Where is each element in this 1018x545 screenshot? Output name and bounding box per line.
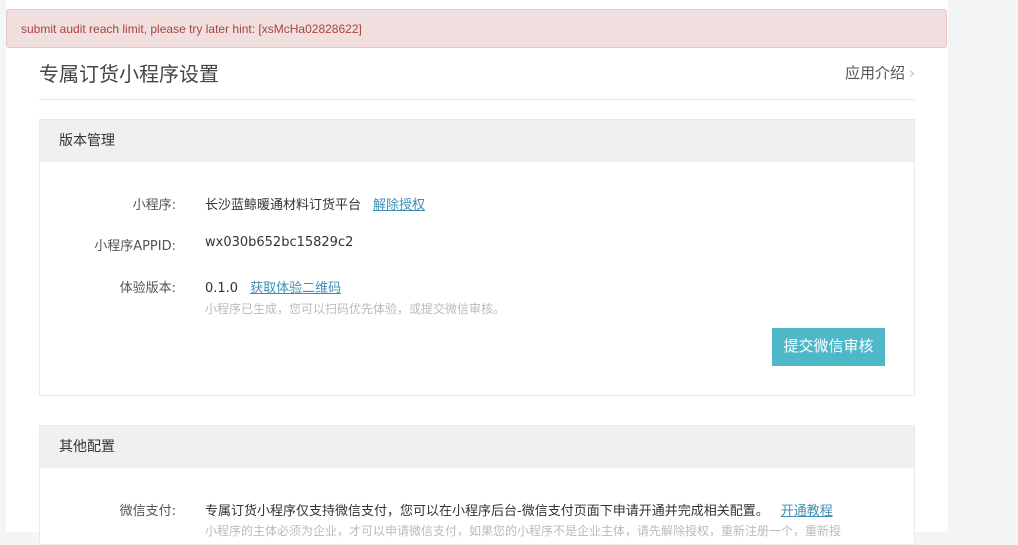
app-intro-label: 应用介绍	[844, 64, 905, 82]
trial-version-number: 0.1.0	[205, 281, 239, 296]
other-config-card: 其他配置 微信支付: 专属订货小程序仅支持微信支付，您可以在小程序后台-微信支付…	[39, 425, 915, 545]
page-title: 专属订货小程序设置	[39, 62, 219, 86]
wechat-pay-hint: 小程序的主体必须为企业，才可以申请微信支付，如果您的小程序不是企业主体，请先解除…	[205, 524, 842, 538]
mini-program-label: 小程序:	[132, 198, 176, 213]
mini-program-name: 长沙蓝鲸暖通材料订货平台	[205, 198, 362, 213]
trial-version-label: 体验版本:	[119, 281, 176, 296]
wechat-pay-value: 专属订货小程序仅支持微信支付，您可以在小程序后台-微信支付页面下申请开通并完成相…	[205, 500, 833, 519]
divider	[39, 99, 915, 100]
trial-hint: 小程序已生成，您可以扫码优先体验，或提交微信审核。	[205, 302, 506, 316]
app-intro-link[interactable]: 应用介绍 ›	[845, 62, 915, 83]
appid-label: 小程序APPID:	[94, 239, 176, 254]
wechat-pay-label: 微信支付:	[119, 504, 176, 519]
wechat-pay-text: 专属订货小程序仅支持微信支付，您可以在小程序后台-微信支付页面下申请开通并完成相…	[205, 504, 769, 519]
tutorial-link[interactable]: 开通教程	[781, 504, 833, 519]
error-alert: submit audit reach limit, please try lat…	[6, 9, 947, 48]
card-header: 其他配置	[40, 426, 914, 468]
version-management-card: 版本管理 小程序: 长沙蓝鲸暖通材料订货平台 解除授权 小程序APPID: wx0…	[39, 119, 915, 396]
unbind-link[interactable]: 解除授权	[373, 198, 425, 213]
trial-version-value: 0.1.0 获取体验二维码	[205, 277, 341, 296]
card-header: 版本管理	[40, 120, 914, 162]
get-qrcode-link[interactable]: 获取体验二维码	[250, 281, 341, 296]
submit-audit-button[interactable]: 提交微信审核	[772, 328, 885, 366]
chevron-right-icon: ›	[909, 64, 915, 82]
mini-program-value: 长沙蓝鲸暖通材料订货平台 解除授权	[205, 194, 425, 213]
appid-value: wx030b652bc15829c2	[205, 235, 354, 250]
